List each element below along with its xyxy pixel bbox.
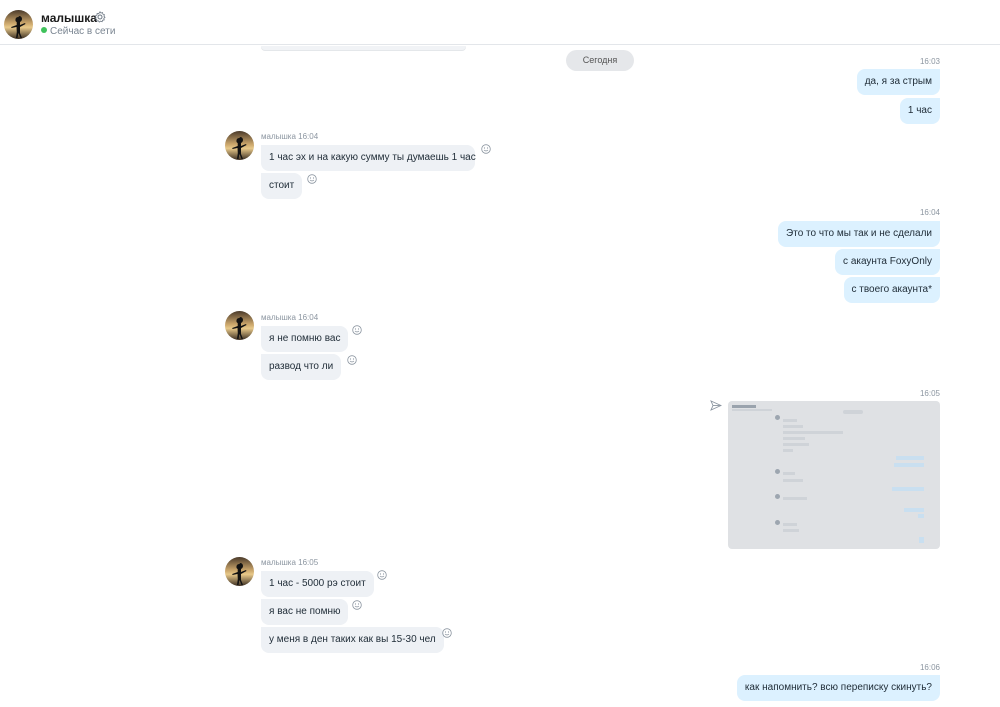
smiley-icon[interactable] [442, 628, 452, 638]
online-dot-icon [41, 27, 47, 33]
message-list[interactable]: Сегодня 16:03 да, я за стрым 1 час малыш… [0, 46, 1000, 707]
date-separator: Сегодня [566, 50, 634, 71]
smiley-icon[interactable] [481, 144, 491, 154]
sender-avatar[interactable] [225, 311, 254, 340]
outgoing-message[interactable]: Это то что мы так и не сделали [778, 221, 940, 247]
smiley-icon[interactable] [347, 355, 357, 365]
incoming-message[interactable]: я вас не помню [261, 599, 349, 625]
online-status: Сейчас в сети [41, 26, 115, 37]
message-time: 16:04 [919, 208, 940, 217]
outgoing-message[interactable]: да, я за стрым [856, 69, 940, 95]
incoming-message[interactable]: у меня в ден таких как вы 15-30 чел [261, 627, 444, 653]
send-icon[interactable] [710, 400, 722, 411]
message-time: 16:05 [919, 389, 940, 398]
smiley-icon[interactable] [307, 174, 317, 184]
gear-icon[interactable] [94, 11, 106, 23]
incoming-message[interactable]: развод что ли [261, 354, 342, 380]
incoming-message[interactable]: 1 час - 5000 рэ стоит [261, 571, 374, 597]
contact-name[interactable]: малышка [41, 11, 97, 25]
incoming-message[interactable]: стоит [261, 173, 303, 199]
smiley-icon[interactable] [352, 600, 362, 610]
sender-meta: малышка 16:04 [261, 132, 319, 141]
sender-avatar[interactable] [225, 131, 254, 160]
outgoing-message[interactable]: с акаунта FoxyOnly [835, 249, 940, 275]
outgoing-message[interactable]: как напомнить? всю переписку скинуть? [736, 675, 940, 701]
sender-meta: малышка 16:04 [261, 313, 319, 322]
screenshot-attachment[interactable] [728, 401, 940, 549]
outgoing-message[interactable]: с твоего акаунта* [843, 277, 940, 303]
chat-header: малышка Сейчас в сети [0, 0, 1000, 45]
incoming-message[interactable]: 1 час эх и на какую сумму ты думаешь 1 ч… [261, 145, 476, 171]
clipped-previous-message [261, 46, 466, 50]
message-time: 16:03 [919, 57, 940, 66]
message-time: 16:06 [919, 663, 940, 672]
sender-avatar[interactable] [225, 557, 254, 586]
smiley-icon[interactable] [352, 325, 362, 335]
incoming-message[interactable]: я не помню вас [261, 326, 349, 352]
contact-avatar[interactable] [4, 10, 33, 39]
sender-meta: малышка 16:05 [261, 558, 319, 567]
smiley-icon[interactable] [377, 570, 387, 580]
outgoing-message[interactable]: 1 час [899, 98, 940, 124]
